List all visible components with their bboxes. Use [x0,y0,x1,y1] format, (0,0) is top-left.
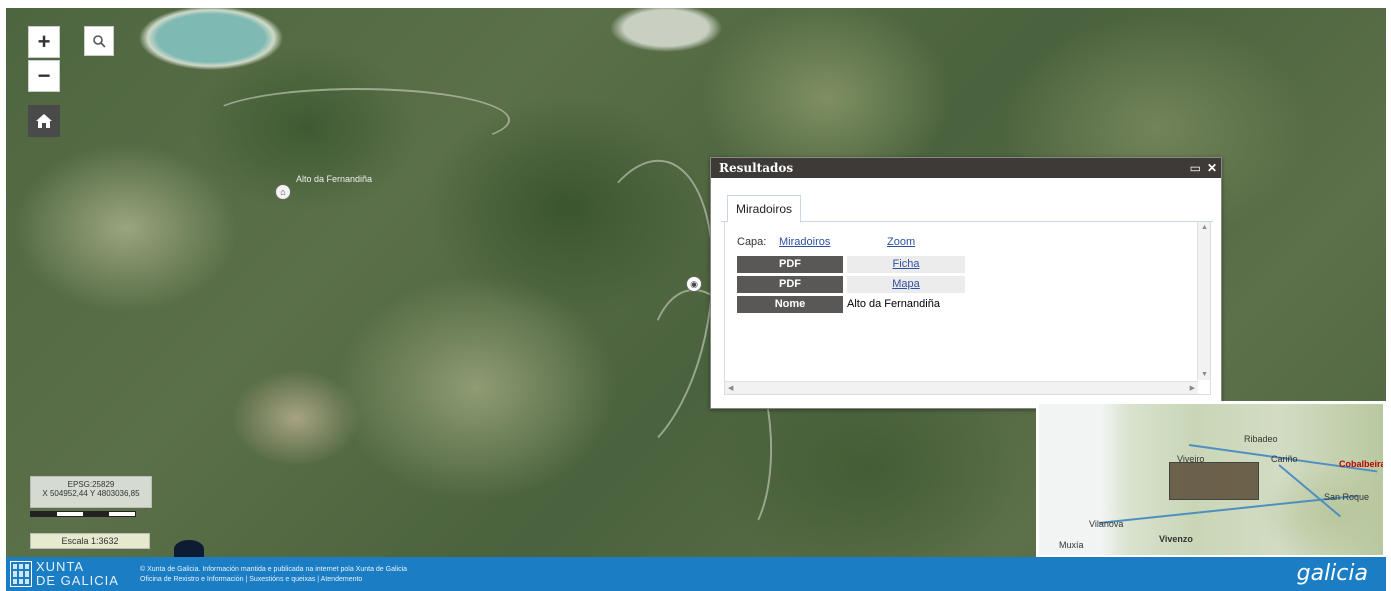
maximize-icon[interactable]: ▭ [1190,158,1201,178]
zoom-out-button[interactable]: − [28,60,60,92]
overview-label: Muxía [1059,540,1084,550]
popup-title: Resultados [719,161,794,175]
results-popup: Resultados ▭ ✕ Miradoiros Capa: Miradoir… [710,157,1222,409]
row-value: Alto da Fernandiña [847,298,940,310]
popup-header: Resultados ▭ ✕ [711,158,1221,178]
row-value: Ficha [847,256,965,273]
scale-bar [30,511,136,517]
poi-label: Alto da Fernandiña [296,174,373,184]
results-content: Capa: Miradoiros Zoom PDF Ficha PDF Mapa… [724,222,1211,395]
capa-link[interactable]: Miradoiros [779,236,830,248]
scale-label: Escala 1:3632 [30,533,150,549]
coordinates-display: EPSG:25829 X 504952,44 Y 4803036,85 [30,476,152,508]
tab-miradoiros[interactable]: Miradoiros [727,195,802,223]
org-line2: DE GALICIA [36,573,119,588]
footer: XUNTA DE GALICIA © Xunta de Galicia. Inf… [6,557,1386,591]
water-body [174,540,204,558]
search-button[interactable] [84,26,114,56]
zoom-in-button[interactable]: + [28,26,60,58]
capa-label: Capa: [737,236,767,248]
overview-label: Vivenzo [1159,534,1193,544]
galicia-brand-logo: galicia [1296,561,1368,586]
row-label: PDF [737,256,843,273]
row-value: Mapa [847,276,965,293]
overview-extent-box[interactable] [1169,462,1259,500]
overview-label: Cariño [1271,454,1298,464]
home-icon [36,114,52,128]
row-label: Nome [737,296,843,313]
horizontal-scrollbar[interactable]: ◀ ▶ [725,381,1198,394]
river [1278,464,1341,518]
projection-label: EPSG:25829 [67,480,115,489]
overview-label: Cobalbeira [1339,459,1386,469]
footer-links[interactable]: Oficina de Rexistro e Información | Suxe… [140,575,407,585]
row-label: PDF [737,276,843,293]
coordinates-label: X 504952,44 Y 4803036,85 [42,489,140,498]
overview-label: Vilanova [1089,519,1124,529]
zoom-link[interactable]: Zoom [887,236,915,248]
miradoiro-marker[interactable]: ⌂ [275,184,291,200]
tab-bar: Miradoiros [721,193,1213,223]
overview-label: San Roque [1324,492,1370,502]
footer-copyright: © Xunta de Galicia. Información mantida … [140,566,408,573]
overview-map[interactable]: Ribadeo Viveiro Cariño Cobalbeira San Ro… [1036,401,1386,558]
layer-row: Capa: Miradoiros Zoom [737,236,1037,253]
org-line1: XUNTA [36,559,85,574]
ficha-link[interactable]: Ficha [893,258,920,270]
road [206,88,510,152]
home-button[interactable] [28,105,60,137]
vertical-scrollbar[interactable]: ▲ ▼ [1197,222,1210,380]
close-icon[interactable]: ✕ [1207,158,1217,178]
search-icon [93,35,106,48]
mapa-link[interactable]: Mapa [892,278,920,290]
footer-info: © Xunta de Galicia. Información mantida … [140,565,407,585]
xunta-logo-icon [10,561,32,587]
xunta-logo-text: XUNTA DE GALICIA [36,560,119,588]
overview-label: Ribadeo [1244,434,1278,444]
selected-marker[interactable]: ◉ [686,276,702,292]
